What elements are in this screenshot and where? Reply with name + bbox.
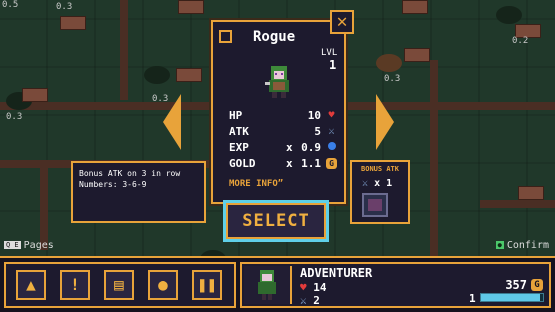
stat-label: GOLD (229, 157, 256, 170)
home-button[interactable]: ▲ (16, 270, 46, 300)
bonus-panel: BONUS ATK ⚔ x 1 (350, 160, 410, 224)
stat-value: 0.9 (301, 141, 321, 154)
toolbar: ▲ ! ▤ ● ❚❚ (4, 262, 236, 308)
map-count: 0.3 (384, 74, 401, 84)
stat-label: ATK (229, 125, 249, 138)
adventurer-panel: ADVENTURER ♥ 14 ⚔ 2 357 G 1 (240, 262, 551, 308)
adventurer-hp-value: 14 (313, 281, 327, 294)
map-signpost (404, 48, 430, 62)
sword-icon: ⚔ (362, 178, 369, 189)
bonus-count-value: x 1 (374, 178, 393, 189)
map-signpost (518, 186, 544, 200)
achievements-button[interactable]: ● (148, 270, 178, 300)
gold-amount: 357 (505, 278, 527, 292)
map-signpost (22, 88, 48, 102)
map-signpost (178, 0, 204, 14)
character-card: Rogue LVL 1 HP 10 ♥ ATK 5 ⚔ EXP x 0.9 GO… (211, 20, 346, 204)
bush-icon (144, 66, 170, 84)
avatar (244, 266, 292, 304)
list-icon: ▤ (114, 275, 124, 294)
more-info-link[interactable]: MORE INFO” (229, 179, 283, 189)
map-count: 0.3 (6, 112, 23, 122)
coin-icon: G (326, 158, 337, 169)
favorite-checkbox[interactable] (219, 30, 232, 43)
stat-value: 10 (307, 109, 321, 122)
ability-description: Bonus ATK on 3 in row Numbers: 3-6-9 (71, 161, 206, 223)
sword-icon: ⚔ (300, 294, 307, 307)
rock-icon (376, 54, 402, 72)
level-value: 1 (329, 58, 337, 72)
bush-icon (496, 6, 522, 24)
stat-gold: GOLD x 1.1 G (229, 157, 339, 171)
confirm-key-icon: ● (495, 241, 504, 249)
previous-character-arrow[interactable] (163, 94, 181, 150)
map-signpost (60, 16, 86, 30)
map-path (40, 160, 48, 250)
medal-icon: ● (158, 275, 168, 294)
adventurer-level: 1 (469, 292, 476, 305)
stat-multiplier: x (286, 141, 293, 154)
inventory-button[interactable]: ▤ (104, 270, 134, 300)
adventurer-title: ADVENTURER (300, 266, 373, 280)
stat-atk: ATK 5 ⚔ (229, 125, 339, 139)
bonus-title: BONUS ATK (361, 165, 399, 173)
adventurer-atk-value: 2 (313, 294, 320, 307)
rogue-sprite (265, 66, 289, 98)
confirm-hint: ● Confirm (495, 240, 549, 251)
stat-label: EXP (229, 141, 249, 154)
map-path (120, 0, 128, 100)
map-signpost (402, 0, 428, 14)
xp-fill (481, 294, 540, 301)
stat-label: HP (229, 109, 243, 122)
bonus-item-icon (362, 193, 388, 217)
pause-button[interactable]: ❚❚ (192, 270, 222, 300)
xp-bar (480, 293, 544, 302)
alert-button[interactable]: ! (60, 270, 90, 300)
level-label: LVL (321, 48, 338, 58)
pages-hint: Q E Pages (4, 240, 54, 251)
bonus-count: ⚔ x 1 (362, 178, 392, 189)
adventurer-atk: ⚔ 2 (300, 294, 320, 307)
heart-icon: ♥ (328, 110, 335, 121)
pages-label: Pages (23, 240, 54, 251)
pages-key-icon: Q E (4, 241, 21, 249)
rogue-portrait-icon (258, 270, 276, 300)
heart-icon: ♥ (300, 281, 307, 294)
stat-value: 5 (314, 125, 321, 138)
exp-orb-icon (326, 142, 337, 153)
exclamation-icon: ! (70, 275, 80, 294)
stat-multiplier: x (286, 157, 293, 170)
home-icon: ▲ (26, 275, 36, 294)
map-signpost (176, 68, 202, 82)
map-count: 0.3 (56, 2, 73, 12)
map-count: 0.2 (512, 36, 529, 46)
bottom-bar: ▲ ! ▤ ● ❚❚ ADVENTURER ♥ 14 ⚔ 2 357 G 1 (0, 256, 555, 312)
sword-icon: ⚔ (328, 126, 335, 137)
map-path (480, 200, 555, 208)
stat-hp: HP 10 ♥ (229, 109, 339, 123)
character-name: Rogue (253, 29, 296, 45)
adventurer-hp: ♥ 14 (300, 281, 327, 294)
more-info-label: MORE INFO (229, 179, 278, 189)
map-count: 0.5 (2, 0, 19, 10)
description-line: Bonus ATK on 3 in row (79, 169, 181, 178)
close-button[interactable]: ✕ (330, 10, 354, 34)
pause-icon: ❚❚ (197, 275, 217, 294)
next-character-arrow[interactable] (376, 94, 394, 150)
stat-exp: EXP x 0.9 (229, 141, 339, 155)
confirm-label: Confirm (506, 240, 549, 251)
map-path (430, 60, 438, 258)
close-icon: ✕ (336, 11, 348, 32)
stat-value: 1.1 (301, 157, 321, 170)
select-button[interactable]: SELECT (223, 200, 329, 242)
coin-icon: G (531, 279, 543, 291)
description-line: Numbers: 3-6-9 (79, 180, 147, 189)
